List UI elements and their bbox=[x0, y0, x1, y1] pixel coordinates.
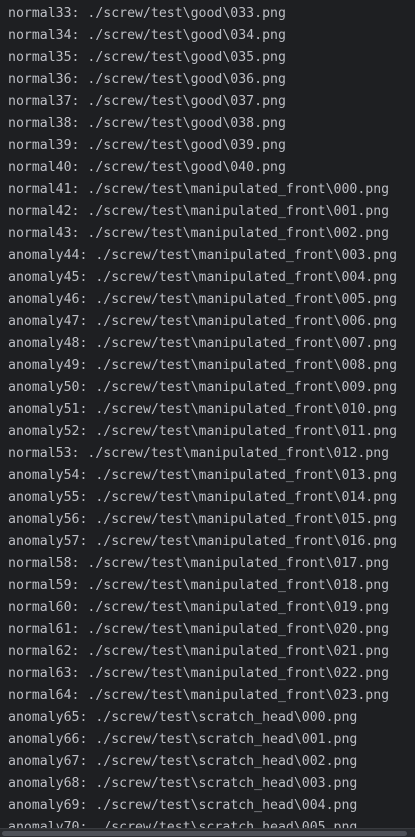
console-line: normal59: ./screw/test\manipulated_front… bbox=[8, 578, 390, 593]
console-line: anomaly56: ./screw/test\manipulated_fron… bbox=[8, 512, 398, 527]
console-line: normal35: ./screw/test\good\035.png bbox=[8, 50, 286, 65]
console-line: normal53: ./screw/test\manipulated_front… bbox=[8, 446, 390, 461]
console-line: anomaly67: ./screw/test\scratch_head\002… bbox=[8, 754, 358, 769]
console-line: anomaly47: ./screw/test\manipulated_fron… bbox=[8, 314, 398, 329]
console-line: normal60: ./screw/test\manipulated_front… bbox=[8, 600, 390, 615]
console-line: anomaly54: ./screw/test\manipulated_fron… bbox=[8, 468, 398, 483]
console-line: anomaly46: ./screw/test\manipulated_fron… bbox=[8, 292, 398, 307]
console-line: normal42: ./screw/test\manipulated_front… bbox=[8, 204, 390, 219]
console-line: anomaly65: ./screw/test\scratch_head\000… bbox=[8, 710, 358, 725]
console-line: normal33: ./screw/test\good\033.png bbox=[8, 6, 286, 21]
console-line: normal43: ./screw/test\manipulated_front… bbox=[8, 226, 390, 241]
console-line: normal64: ./screw/test\manipulated_front… bbox=[8, 688, 390, 703]
console-line: anomaly50: ./screw/test\manipulated_fron… bbox=[8, 380, 398, 395]
console-line: anomaly68: ./screw/test\scratch_head\003… bbox=[8, 776, 358, 791]
console-line: normal37: ./screw/test\good\037.png bbox=[8, 94, 286, 109]
console-lines: normal33: ./screw/test\good\033.png norm… bbox=[8, 3, 397, 828]
console-line: anomaly69: ./screw/test\scratch_head\004… bbox=[8, 798, 358, 813]
console-line: normal58: ./screw/test\manipulated_front… bbox=[8, 556, 390, 571]
console-line: normal38: ./screw/test\good\038.png bbox=[8, 116, 286, 131]
console-line: anomaly51: ./screw/test\manipulated_fron… bbox=[8, 402, 398, 417]
console-line: anomaly57: ./screw/test\manipulated_fron… bbox=[8, 534, 398, 549]
console-line: anomaly45: ./screw/test\manipulated_fron… bbox=[8, 270, 398, 285]
console-line: anomaly49: ./screw/test\manipulated_fron… bbox=[8, 358, 398, 373]
console-line: normal34: ./screw/test\good\034.png bbox=[8, 28, 286, 43]
scrollbar-thumb[interactable] bbox=[2, 831, 407, 836]
console-line: normal40: ./screw/test\good\040.png bbox=[8, 160, 286, 175]
console-output[interactable]: normal33: ./screw/test\good\033.png norm… bbox=[0, 0, 415, 828]
console-line: anomaly48: ./screw/test\manipulated_fron… bbox=[8, 336, 398, 351]
console-line: anomaly70: ./screw/test\scratch_head\005… bbox=[8, 820, 358, 828]
console-line: normal36: ./screw/test\good\036.png bbox=[8, 72, 286, 87]
console-line: anomaly55: ./screw/test\manipulated_fron… bbox=[8, 490, 398, 505]
console-line: anomaly44: ./screw/test\manipulated_fron… bbox=[8, 248, 398, 263]
console-line: normal63: ./screw/test\manipulated_front… bbox=[8, 666, 390, 681]
console-line: anomaly52: ./screw/test\manipulated_fron… bbox=[8, 424, 398, 439]
console-line: anomaly66: ./screw/test\scratch_head\001… bbox=[8, 732, 358, 747]
console-line: normal39: ./screw/test\good\039.png bbox=[8, 138, 286, 153]
console-line: normal62: ./screw/test\manipulated_front… bbox=[8, 644, 390, 659]
console-line: normal61: ./screw/test\manipulated_front… bbox=[8, 622, 390, 637]
console-line: normal41: ./screw/test\manipulated_front… bbox=[8, 182, 390, 197]
horizontal-scrollbar[interactable] bbox=[0, 828, 415, 837]
